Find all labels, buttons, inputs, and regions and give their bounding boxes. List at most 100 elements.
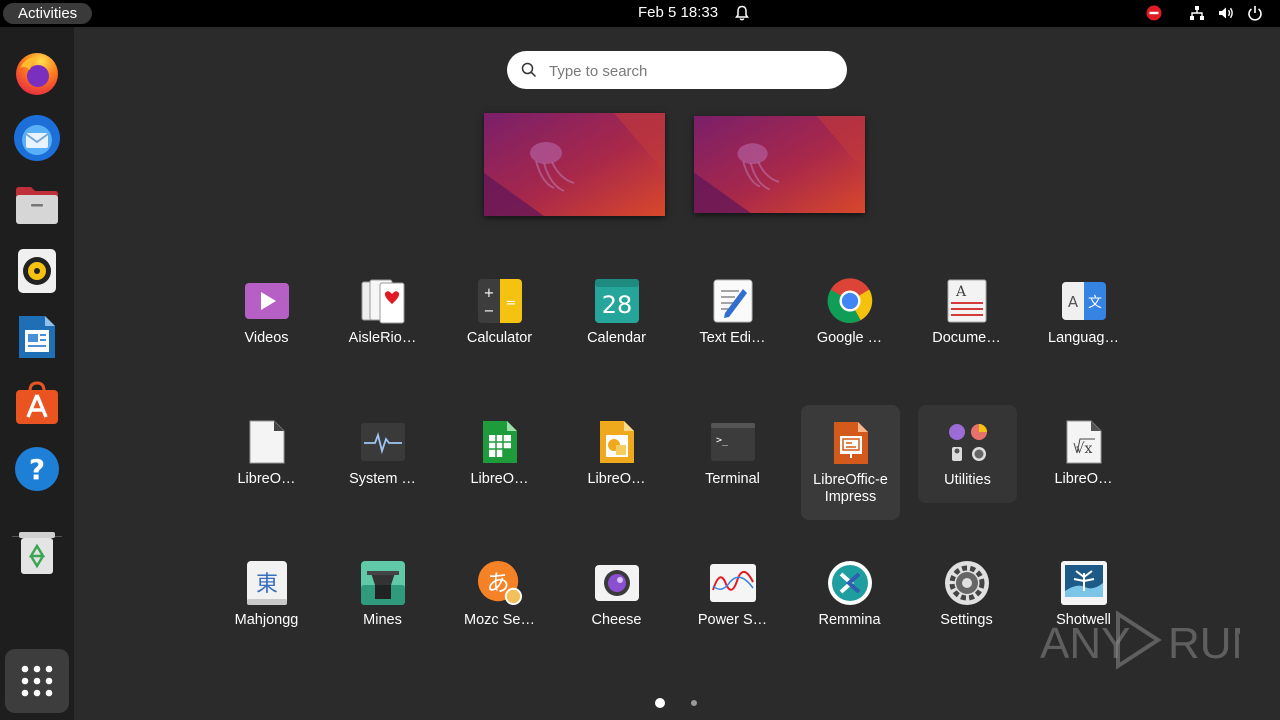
app-label: LibreO… [587, 471, 646, 487]
system-monitor-icon [360, 419, 406, 465]
svg-text:=: = [506, 296, 517, 311]
app-text-editor[interactable]: Text Edi… [683, 263, 782, 378]
dock-item-libreoffice-writer[interactable] [10, 310, 64, 364]
network-icon[interactable] [1189, 5, 1205, 21]
dock-item-files[interactable] [10, 178, 64, 232]
notification-bell-icon[interactable] [734, 5, 750, 22]
svg-text:−: − [484, 304, 495, 319]
shotwell-icon [1061, 560, 1107, 606]
workspace-thumbnail-2[interactable] [694, 116, 865, 213]
terminal-icon: >_ [710, 419, 756, 465]
trash-icon [19, 532, 55, 574]
power-statistics-icon [710, 560, 756, 606]
dock-item-ubuntu-software[interactable] [10, 376, 64, 430]
app-libreoffice-start[interactable]: LibreO… [217, 404, 316, 519]
app-label: Mozc Se… [464, 612, 535, 628]
app-libreoffice-calc[interactable]: LibreO… [450, 404, 549, 519]
app-mahjongg[interactable]: 東 Mahjongg [217, 545, 316, 660]
top-bar: Activities Feb 5 18:33 [0, 0, 1280, 27]
app-language-support[interactable]: A文 Languag… [1034, 263, 1133, 378]
app-calendar[interactable]: 28 Calendar [567, 263, 666, 378]
mahjongg-icon: 東 [244, 560, 290, 606]
app-system-monitor[interactable]: System … [333, 404, 432, 519]
document-viewer-icon: A [944, 278, 990, 324]
app-aisleriot[interactable]: AisleRio… [333, 263, 432, 378]
power-icon[interactable] [1247, 5, 1263, 21]
app-libreoffice-impress[interactable]: LibreOffic-e Impress [801, 405, 900, 520]
show-applications-button[interactable] [5, 649, 69, 713]
chrome-icon [827, 278, 873, 324]
workspace-thumbnail-1[interactable] [484, 113, 665, 216]
app-label: LibreO… [470, 471, 529, 487]
clock[interactable]: Feb 5 18:33 [638, 4, 718, 22]
app-videos[interactable]: Videos [217, 263, 316, 378]
language-icon: A文 [1061, 278, 1107, 324]
app-label: Languag… [1048, 330, 1119, 346]
app-label: Mines [363, 612, 402, 628]
do-not-disturb-icon[interactable] [1146, 5, 1162, 21]
app-mines[interactable]: Mines [333, 545, 432, 660]
remmina-icon [827, 560, 873, 606]
mozc-icon: あ [477, 560, 523, 606]
app-label: AisleRio… [348, 330, 417, 346]
app-google-chrome[interactable]: Google … [800, 263, 899, 378]
language-glyph-a: A [1068, 293, 1079, 311]
app-calculator[interactable]: + − = Calculator [450, 263, 549, 378]
app-cheese[interactable]: Cheese [567, 545, 666, 660]
dock-item-rhythmbox[interactable] [10, 244, 64, 298]
wallpaper-thumbnail [484, 113, 665, 216]
app-label: System … [349, 471, 416, 487]
terminal-prompt-text: >_ [716, 435, 729, 446]
impress-icon [828, 420, 874, 466]
activities-button[interactable]: Activities [3, 3, 93, 24]
app-label: LibreO… [237, 471, 296, 487]
app-label: LibreO… [1054, 471, 1113, 487]
volume-icon[interactable] [1218, 5, 1234, 21]
anyrun-watermark: ANY RUN [1040, 610, 1240, 670]
app-label: Calendar [587, 330, 646, 346]
watermark-text-right: RUN [1168, 619, 1240, 668]
page-indicator-1[interactable] [655, 698, 665, 708]
app-label: Remmina [818, 612, 881, 628]
draw-icon [594, 419, 640, 465]
app-terminal[interactable]: >_ Terminal [683, 404, 782, 519]
calc-icon [477, 419, 523, 465]
app-label: Google … [816, 330, 883, 346]
help-icon: ? [15, 447, 59, 491]
search-box[interactable] [507, 51, 847, 91]
page-indicator-2[interactable] [691, 700, 697, 706]
svg-text:?: ? [29, 453, 45, 486]
app-label: Utilities [944, 472, 991, 488]
math-icon: √x [1061, 419, 1107, 465]
app-folder-utilities[interactable]: Utilities [918, 405, 1017, 503]
app-document-viewer[interactable]: A Docume… [917, 263, 1016, 378]
dock-item-help[interactable]: ? [10, 442, 64, 496]
app-remmina[interactable]: Remmina [800, 545, 899, 660]
app-power-statistics[interactable]: Power S… [683, 545, 782, 660]
app-mozc-setup[interactable]: あ Mozc Se… [450, 545, 549, 660]
calculator-icon: + − = [477, 278, 523, 324]
dock-item-firefox[interactable] [10, 46, 64, 100]
app-label: Calculator [466, 330, 533, 346]
app-libreoffice-math[interactable]: √x LibreO… [1034, 404, 1133, 519]
app-label: Settings [940, 612, 993, 628]
search-icon [521, 62, 537, 78]
dock-item-trash[interactable] [10, 525, 64, 579]
text-editor-icon [710, 278, 756, 324]
search-input[interactable] [547, 51, 841, 91]
settings-gear-icon [944, 560, 990, 606]
app-label: Videos [244, 330, 289, 346]
app-label: Cheese [591, 612, 642, 628]
app-settings[interactable]: Settings [917, 545, 1016, 660]
cards-icon [360, 278, 406, 324]
dock-item-thunderbird[interactable] [10, 111, 64, 165]
folder-icon [16, 187, 58, 224]
wallpaper-thumbnail [694, 116, 865, 213]
app-libreoffice-draw[interactable]: LibreO… [567, 404, 666, 519]
app-grid-icon [21, 665, 53, 697]
calendar-icon: 28 [594, 278, 640, 324]
app-label: Text Edi… [699, 330, 766, 346]
dock: ? [0, 27, 74, 720]
utilities-folder-icon [945, 420, 991, 466]
app-label: Docume… [932, 330, 1001, 346]
